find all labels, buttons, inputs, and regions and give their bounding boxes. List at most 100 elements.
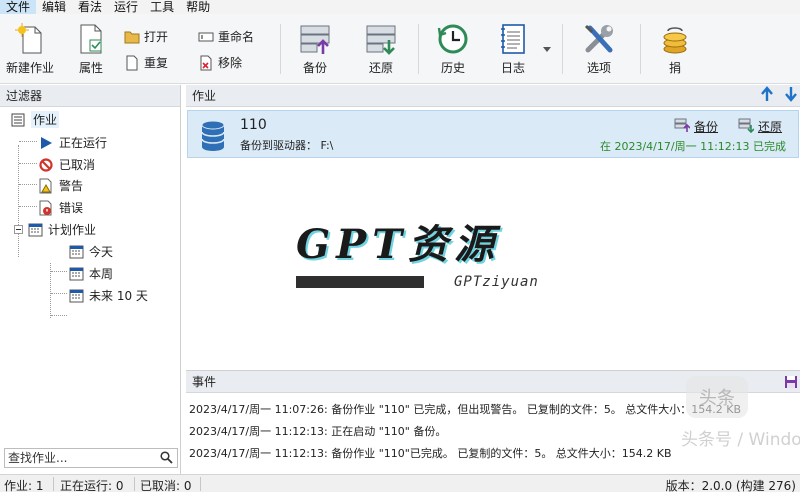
- calendar-icon: [68, 266, 84, 282]
- rename-button[interactable]: 重命名: [198, 28, 254, 45]
- job-search-input[interactable]: 查找作业...: [4, 448, 178, 468]
- toolbar-separator: [280, 24, 281, 74]
- tree-line: [51, 315, 67, 316]
- events-pane-title: 事件: [192, 375, 217, 389]
- new-job-label: 新建作业: [6, 61, 55, 75]
- open-button[interactable]: 打开: [124, 28, 168, 45]
- menu-help[interactable]: 帮助: [180, 0, 216, 14]
- tree-collapse-toggle[interactable]: [14, 225, 23, 234]
- tree-item-cancelled[interactable]: 已取消: [38, 156, 95, 173]
- tree-item-error[interactable]: 错误: [38, 199, 83, 216]
- status-cancelled-count: 已取消: 0: [140, 479, 192, 492]
- tree-item-cancelled-label: 已取消: [59, 158, 96, 172]
- status-bar: 作业: 1 正在运行: 0 已取消: 0 版本：2.0.0 (构建 276): [0, 474, 800, 492]
- options-label: 选项: [586, 61, 611, 75]
- menu-run[interactable]: 运行: [108, 0, 144, 14]
- tree-item-this-week[interactable]: 本周: [68, 265, 113, 282]
- watermark-title: GPT资源: [296, 221, 501, 268]
- job-restore-link-label: 还原: [758, 120, 783, 134]
- tree-line: [18, 145, 19, 257]
- tree-item-next-10-days[interactable]: 未来 10 天: [68, 287, 148, 304]
- tree-item-jobs-label: 作业: [31, 111, 60, 128]
- job-card[interactable]: 110 备份到驱动器： F:\ 备份 还原 在 2023/4/17/周一 11:…: [187, 110, 799, 158]
- tree-line: [19, 163, 37, 164]
- tree-item-jobs[interactable]: 作业: [10, 111, 60, 128]
- menu-bar: 文件 编辑 看法 运行 工具 帮助: [0, 0, 800, 14]
- filter-pane: 过滤器 作业 正在运行 已取消 警告 错误 计划作业 今天 本周 未来 10 天…: [0, 85, 181, 474]
- tree-item-running[interactable]: 正在运行: [38, 134, 107, 151]
- calendar-icon: [27, 222, 43, 238]
- warning-document-icon: [38, 178, 54, 194]
- toolbar-separator: [562, 24, 563, 74]
- job-status: 在 2023/4/17/周一 11:12:13 已完成: [599, 140, 786, 153]
- restore-label: 还原: [368, 61, 393, 75]
- arrow-down-icon[interactable]: [784, 86, 798, 109]
- menu-tools[interactable]: 工具: [144, 0, 180, 14]
- properties-icon: [74, 22, 108, 56]
- tree-line: [51, 293, 67, 294]
- save-icon[interactable]: [784, 374, 798, 396]
- toolbar-separator: [640, 24, 641, 74]
- tree-item-error-label: 错误: [59, 201, 84, 215]
- menu-edit[interactable]: 编辑: [36, 0, 72, 14]
- database-icon: [200, 120, 226, 155]
- restore-small-icon: [738, 117, 755, 136]
- watermark: GPT资源 GPTziyuan: [296, 212, 538, 290]
- menu-view[interactable]: 看法: [72, 0, 108, 14]
- rename-label: 重命名: [218, 30, 255, 44]
- tree-item-today-label: 今天: [89, 245, 114, 259]
- status-jobs-count: 作业: 1: [4, 479, 44, 492]
- backup-button[interactable]: 备份: [298, 22, 332, 76]
- log-button[interactable]: 日志: [496, 22, 530, 76]
- backup-icon: [298, 22, 332, 56]
- donate-label: 捐: [668, 61, 681, 75]
- menu-file[interactable]: 文件: [0, 0, 37, 14]
- tree-item-this-week-label: 本周: [89, 267, 114, 281]
- watermark-subtitle: GPTziyuan: [454, 274, 539, 290]
- tree-line: [51, 271, 67, 272]
- overlay-watermark-text: 头条号 / Windows 软件: [681, 430, 800, 450]
- backup-small-icon: [674, 117, 691, 136]
- history-clock-icon: [436, 22, 470, 56]
- options-button[interactable]: 选项: [582, 22, 616, 76]
- rename-icon: [198, 29, 214, 45]
- calendar-icon: [68, 244, 84, 260]
- tree-item-scheduled[interactable]: 计划作业: [14, 221, 96, 238]
- sort-arrows: [760, 86, 798, 109]
- duplicate-label: 重复: [144, 56, 169, 70]
- tree-item-today[interactable]: 今天: [68, 243, 113, 260]
- arrow-up-icon[interactable]: [760, 86, 774, 109]
- log-label: 日志: [500, 61, 525, 75]
- jobs-pane-title: 作业: [192, 89, 217, 103]
- calendar-icon: [68, 288, 84, 304]
- tree-line: [19, 141, 37, 142]
- job-backup-link[interactable]: 备份: [674, 117, 718, 136]
- properties-button[interactable]: 属性: [74, 22, 108, 76]
- duplicate-button[interactable]: 重复: [124, 54, 168, 71]
- events-pane: 事件 2023/4/17/周一 11:07:26: 备份作业 "110" 已完成…: [186, 370, 800, 474]
- event-row: 2023/4/17/周一 11:12:13: 备份作业 "110"已完成。 已复…: [189, 447, 672, 460]
- new-job-button[interactable]: 新建作业: [6, 22, 54, 76]
- tree-item-warning-label: 警告: [59, 179, 84, 193]
- remove-button[interactable]: 移除: [198, 54, 242, 71]
- donate-button[interactable]: 捐: [658, 22, 692, 76]
- toolbar-separator: [418, 24, 419, 74]
- history-button[interactable]: 历史: [436, 22, 470, 76]
- folder-open-icon: [124, 29, 140, 45]
- chevron-down-icon: [543, 42, 551, 56]
- status-separator: [53, 477, 54, 491]
- tree-item-warning[interactable]: 警告: [38, 177, 83, 194]
- log-dropdown-button[interactable]: [543, 42, 551, 56]
- tree-line: [19, 206, 37, 207]
- toolbar: 新建作业 属性 打开 重复 重命名 移除 备份 还原 历史 日志 选项 捐: [0, 14, 800, 84]
- play-icon: [38, 135, 54, 151]
- search-icon[interactable]: [160, 451, 173, 469]
- tree-item-next-10-days-label: 未来 10 天: [89, 289, 148, 303]
- restore-button[interactable]: 还原: [364, 22, 398, 76]
- backup-label: 备份: [302, 61, 327, 75]
- status-separator: [134, 477, 135, 491]
- job-restore-link[interactable]: 还原: [738, 117, 782, 136]
- job-search-placeholder: 查找作业...: [8, 451, 68, 465]
- tree-item-running-label: 正在运行: [59, 136, 108, 150]
- history-label: 历史: [440, 61, 465, 75]
